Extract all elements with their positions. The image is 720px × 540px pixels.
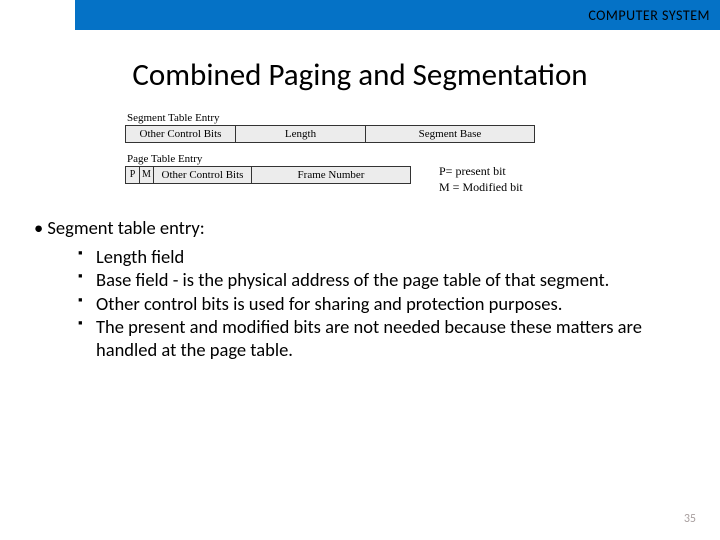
bullet-l2-item: Base field - is the physical address of … bbox=[78, 269, 686, 292]
course-title: COMPUTER SYSTEM bbox=[588, 7, 710, 24]
legend-present: P= present bit bbox=[439, 164, 523, 180]
seg-other-control-bits: Other Control Bits bbox=[125, 125, 235, 143]
legend-modified: M = Modified bit bbox=[439, 180, 523, 196]
header: CSNB153 COMPUTER SYSTEM bbox=[0, 0, 720, 30]
page-table-entry: P M Other Control Bits Frame Number bbox=[125, 166, 411, 184]
bullet-l1-text: Segment table entry: bbox=[47, 216, 204, 239]
seg-length: Length bbox=[235, 125, 365, 143]
slide: CSNB153 COMPUTER SYSTEM Combined Paging … bbox=[0, 0, 720, 540]
slide-title: Combined Paging and Segmentation bbox=[0, 56, 720, 94]
pt-other-control-bits: Other Control Bits bbox=[153, 166, 251, 184]
legend: P= present bit M = Modified bit bbox=[439, 164, 523, 195]
header-left-bg bbox=[0, 0, 75, 30]
diagram: Segment Table Entry Other Control Bits L… bbox=[125, 112, 595, 195]
pt-modified-bit: M bbox=[139, 166, 153, 184]
segment-table-entry: Other Control Bits Length Segment Base bbox=[125, 125, 595, 143]
bullet-l1: Segment table entry: Length field Base f… bbox=[34, 217, 686, 361]
bullet-list: Segment table entry: Length field Base f… bbox=[34, 217, 686, 361]
bullet-l2-item: The present and modified bits are not ne… bbox=[78, 316, 686, 361]
bullet-l2-item: Length field bbox=[78, 246, 686, 269]
bullet-l2-item: Other control bits is used for sharing a… bbox=[78, 293, 686, 316]
segment-table-label: Segment Table Entry bbox=[127, 112, 595, 124]
bullet-sublist: Length field Base field - is the physica… bbox=[34, 246, 686, 362]
page-table-row-wrap: P M Other Control Bits Frame Number P= p… bbox=[125, 166, 595, 195]
header-bar: CSNB153 COMPUTER SYSTEM bbox=[0, 0, 720, 30]
seg-base: Segment Base bbox=[365, 125, 535, 143]
page-number: 35 bbox=[684, 512, 696, 526]
page-table-label: Page Table Entry bbox=[127, 153, 595, 165]
pt-present-bit: P bbox=[125, 166, 139, 184]
body-text: Segment table entry: Length field Base f… bbox=[0, 195, 720, 367]
pt-frame-number: Frame Number bbox=[251, 166, 411, 184]
